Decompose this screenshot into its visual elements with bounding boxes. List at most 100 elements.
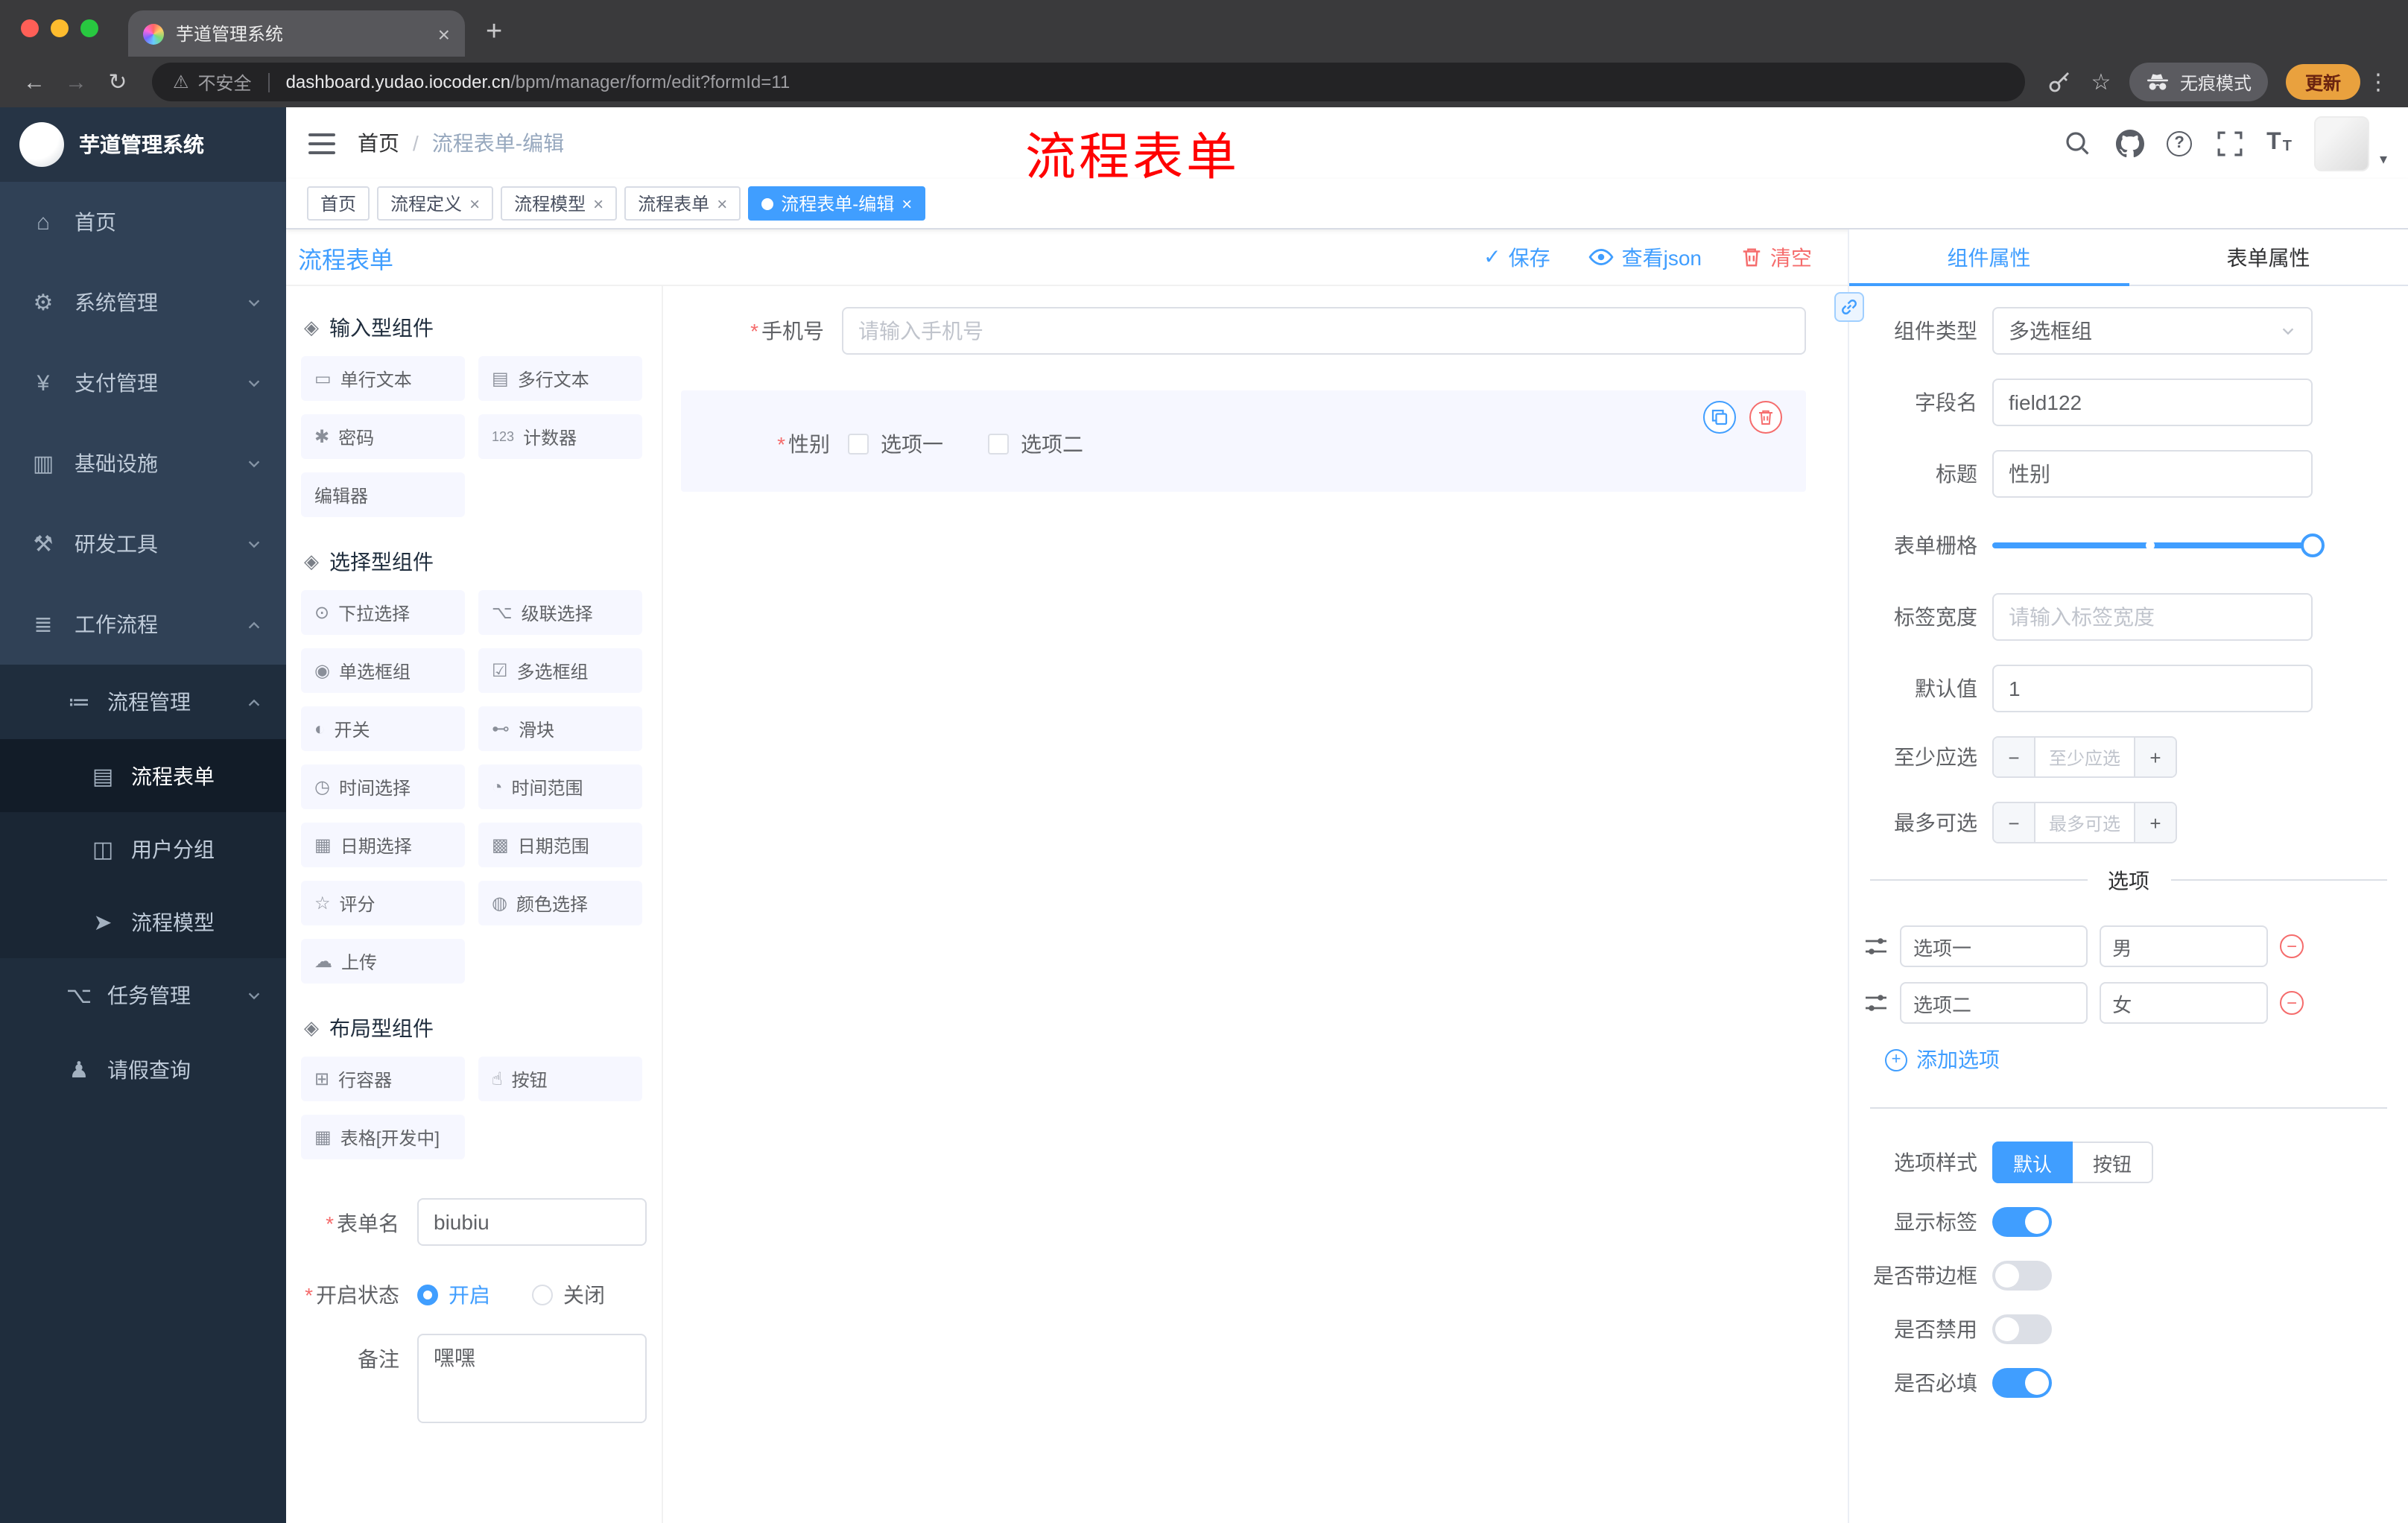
slider-handle[interactable] [2301, 533, 2325, 557]
border-toggle[interactable] [1992, 1261, 2052, 1291]
help-icon[interactable]: ? [2167, 130, 2193, 156]
address-bar[interactable]: ⚠ 不安全 dashboard.yudao.iocoder.cn/bpm/man… [152, 63, 2025, 101]
disabled-toggle[interactable] [1992, 1314, 2052, 1344]
security-label[interactable]: 不安全 [198, 69, 252, 95]
sidebar-item-leave-query[interactable]: ♟ 请假查询 [0, 1033, 286, 1107]
min-select-value[interactable]: 至少应选 [2035, 738, 2134, 776]
close-icon[interactable]: × [469, 194, 480, 212]
copy-field-button[interactable] [1703, 401, 1736, 434]
bookmark-star-icon[interactable]: ☆ [2082, 69, 2120, 95]
password-key-icon[interactable] [2040, 70, 2079, 94]
slider-track[interactable] [1992, 533, 2325, 557]
option-name-input[interactable] [1900, 925, 2088, 967]
tag-process-form[interactable]: 流程表单 × [624, 186, 741, 221]
radio-open[interactable]: 开启 [417, 1280, 490, 1310]
browser-menu-icon[interactable]: ⋮ [2363, 69, 2393, 95]
link-icon[interactable] [1834, 292, 1864, 322]
checkbox-box[interactable] [848, 434, 869, 455]
tab-form-props[interactable]: 表单属性 [2129, 229, 2408, 285]
palette-item-slider[interactable]: ⊷ 滑块 [478, 706, 642, 751]
sidebar-item-workflow[interactable]: ≣ 工作流程 [0, 584, 286, 665]
component-type-select[interactable]: 多选框组 [1992, 307, 2313, 355]
max-select-value[interactable]: 最多可选 [2035, 803, 2134, 842]
clear-button[interactable]: 清空 [1740, 242, 1812, 272]
palette-item-row-container[interactable]: ⊞ 行容器 [301, 1057, 465, 1101]
palette-item-upload[interactable]: ☁ 上传 [301, 939, 465, 984]
decrease-button[interactable]: − [1994, 803, 2035, 842]
style-button-button[interactable]: 按钮 [2073, 1142, 2154, 1183]
palette-item-password[interactable]: ✱ 密码 [301, 414, 465, 459]
tag-process-form-edit[interactable]: 流程表单-编辑 × [748, 186, 926, 221]
increase-button[interactable]: + [2134, 738, 2176, 776]
palette-item-radio-group[interactable]: ◉ 单选框组 [301, 648, 465, 693]
option-name-input[interactable] [1900, 982, 2088, 1024]
browser-tab[interactable]: 芋道管理系统 × [128, 10, 465, 57]
form-remark-textarea[interactable]: 嘿嘿 [417, 1334, 647, 1423]
checkbox-option-2[interactable]: 选项二 [988, 429, 1083, 459]
palette-item-time-range[interactable]: ◔ 时间范围 [478, 764, 642, 809]
sidebar-item-process-form[interactable]: ▤ 流程表单 [0, 739, 286, 812]
minimize-window-button[interactable] [51, 19, 69, 37]
new-tab-button[interactable]: + [486, 18, 502, 46]
phone-field[interactable]: * 手机号 [681, 307, 1806, 355]
sidebar-item-payment[interactable]: ¥ 支付管理 [0, 343, 286, 423]
increase-button[interactable]: + [2134, 803, 2176, 842]
phone-input[interactable] [842, 307, 1806, 355]
close-icon[interactable]: × [593, 194, 603, 212]
save-button[interactable]: ✓ 保存 [1483, 242, 1550, 272]
palette-item-rate[interactable]: ☆ 评分 [301, 881, 465, 925]
radio-closed[interactable]: 关闭 [532, 1280, 605, 1310]
option-value-input[interactable] [2099, 982, 2268, 1024]
grid-slider[interactable] [1992, 522, 2325, 569]
palette-item-date-picker[interactable]: ▦ 日期选择 [301, 823, 465, 867]
reload-icon[interactable]: ↻ [98, 69, 137, 95]
tab-component-props[interactable]: 组件属性 [1849, 229, 2129, 286]
add-option-button[interactable]: + 添加选项 [1849, 1045, 2408, 1074]
github-icon[interactable] [2114, 128, 2144, 158]
close-icon[interactable]: × [717, 194, 727, 212]
back-icon[interactable]: ← [15, 69, 54, 95]
palette-item-cascader[interactable]: ⌥ 级联选择 [478, 590, 642, 635]
remove-option-icon[interactable]: − [2280, 991, 2304, 1015]
sidebar-logo[interactable]: 芋道管理系统 [0, 107, 286, 182]
delete-field-button[interactable] [1749, 401, 1782, 434]
palette-item-color-picker[interactable]: ◍ 颜色选择 [478, 881, 642, 925]
hamburger-icon[interactable] [286, 132, 358, 154]
option-value-input[interactable] [2099, 925, 2268, 967]
sidebar-item-process-model[interactable]: ➤ 流程模型 [0, 885, 286, 958]
zoom-window-button[interactable] [80, 19, 98, 37]
palette-item-checkbox-group[interactable]: ☑ 多选框组 [478, 648, 642, 693]
font-size-icon[interactable]: T T [2266, 130, 2292, 155]
update-button[interactable]: 更新 [2285, 64, 2360, 100]
form-name-input[interactable] [417, 1198, 647, 1246]
default-value-input[interactable] [1992, 665, 2313, 712]
palette-item-editor[interactable]: 编辑器 [301, 472, 465, 517]
show-label-toggle[interactable] [1992, 1207, 2052, 1237]
sidebar-item-home[interactable]: ⌂ 首页 [0, 182, 286, 262]
sidebar-item-devtools[interactable]: ⚒ 研发工具 [0, 504, 286, 584]
sidebar-item-infrastructure[interactable]: ▥ 基础设施 [0, 423, 286, 504]
sidebar-item-user-group[interactable]: ◫ 用户分组 [0, 812, 286, 885]
remove-option-icon[interactable]: − [2280, 934, 2304, 958]
gender-field-selected[interactable]: * 性别 选项一 选项二 [681, 390, 1806, 492]
sidebar-item-system[interactable]: ⚙ 系统管理 [0, 262, 286, 343]
palette-item-switch[interactable]: ◐ 开关 [301, 706, 465, 751]
drag-handle-icon[interactable] [1864, 936, 1888, 957]
palette-item-counter[interactable]: 123 计数器 [478, 414, 642, 459]
field-name-input[interactable] [1992, 379, 2313, 426]
required-toggle[interactable] [1992, 1368, 2052, 1398]
sidebar-item-process-management[interactable]: ≔ 流程管理 [0, 665, 286, 739]
search-icon[interactable] [2062, 128, 2092, 158]
tab-close-icon[interactable]: × [438, 22, 450, 45]
user-avatar[interactable] [2313, 115, 2369, 171]
forward-icon[interactable]: → [57, 69, 95, 95]
palette-item-button[interactable]: ☝ 按钮 [478, 1057, 642, 1101]
avatar-caret-icon[interactable]: ▾ [2380, 151, 2387, 168]
fullscreen-icon[interactable] [2214, 128, 2244, 158]
decrease-button[interactable]: − [1994, 738, 2035, 776]
tag-process-model[interactable]: 流程模型 × [501, 186, 618, 221]
palette-item-select[interactable]: ⊙ 下拉选择 [301, 590, 465, 635]
checkbox-box[interactable] [988, 434, 1009, 455]
tag-process-definition[interactable]: 流程定义 × [377, 186, 494, 221]
drag-handle-icon[interactable] [1864, 992, 1888, 1013]
